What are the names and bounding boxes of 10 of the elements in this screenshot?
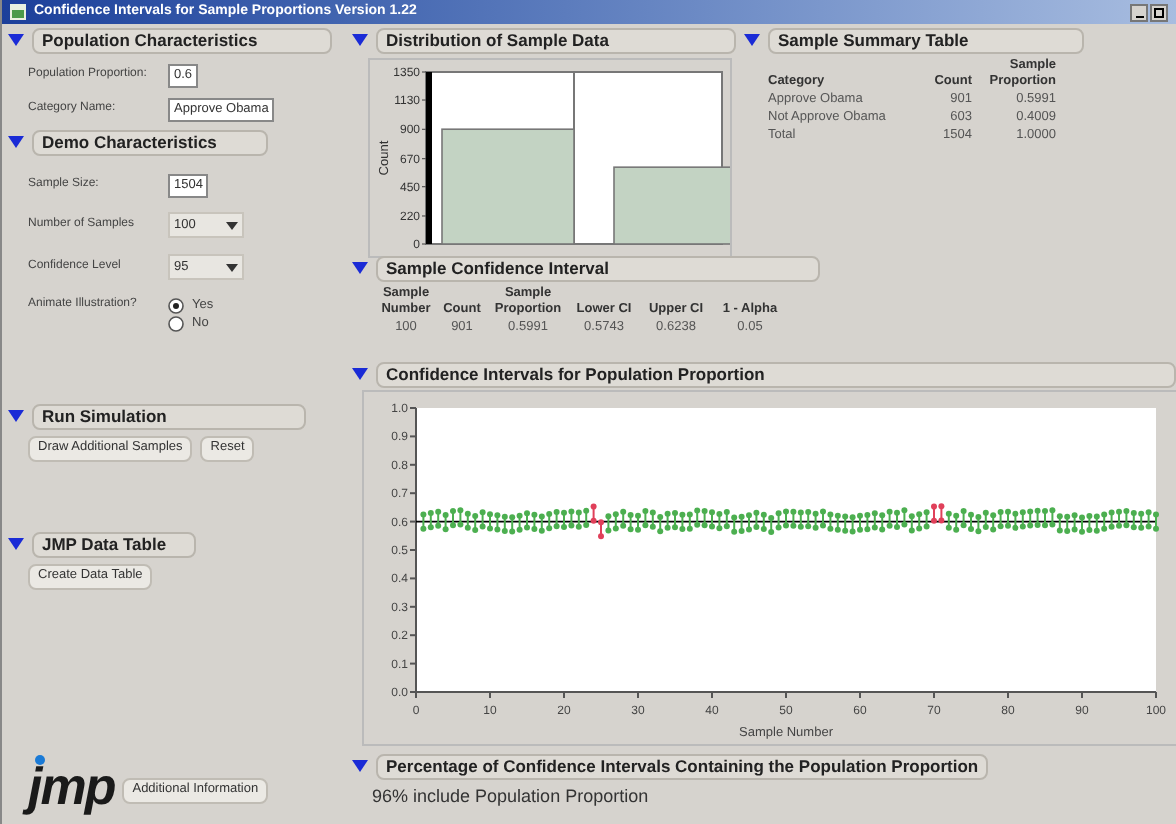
section-header[interactable]: Run Simulation bbox=[32, 404, 306, 430]
section-header[interactable]: Distribution of Sample Data bbox=[376, 28, 736, 54]
section-header[interactable]: Population Characteristics bbox=[32, 28, 332, 54]
section-header[interactable]: Demo Characteristics bbox=[32, 130, 268, 156]
section-header[interactable]: Sample Summary Table bbox=[768, 28, 1084, 54]
section-header[interactable]: Sample Confidence Interval bbox=[376, 256, 820, 282]
section-header[interactable]: Confidence Intervals for Population Proportion bbox=[376, 362, 1176, 388]
section-header[interactable]: Percentage of Confidence Intervals Containing the Population Proportion bbox=[376, 754, 989, 780]
section-header[interactable]: JMP Data Table bbox=[32, 532, 196, 558]
coverage-text: 96% include Population Proportion bbox=[370, 784, 651, 810]
